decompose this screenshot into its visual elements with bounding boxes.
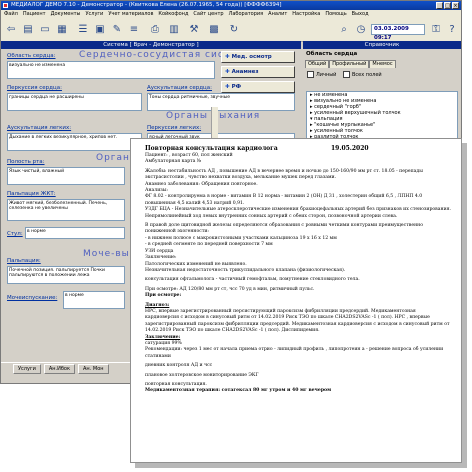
toolbar: ⇦ ▤ ▭ ▦ ☰ ▣ ✎ ≡ ⎙ ▥ ⚒ ▩ ↻ ⌕ ◷ 03.03.2009… [1, 19, 461, 42]
title-bar: МЕДИАЛОГ ДЕМО 7.10 - Демонстратор - (Кви… [1, 1, 461, 10]
tools-icon[interactable]: ⚒ [187, 22, 201, 36]
menu-beds[interactable]: Койкофонд [158, 10, 188, 19]
region-label: Область сердца [306, 51, 358, 57]
med-consult-label: Мед. осмотр [231, 54, 272, 60]
back-icon[interactable]: ⇦ [4, 22, 18, 36]
datetime-field[interactable]: 03.03.2009 09:17 [371, 24, 425, 41]
stethoscope-icon: ✚ [225, 54, 230, 60]
document-line: Жалобы: нестабильность АД , повышение АД… [145, 168, 423, 181]
mouth-label: Полость рта: [7, 159, 45, 165]
heart-area-field[interactable]: визуально не изменена [7, 61, 215, 79]
stool-label: Стул: [7, 231, 23, 237]
chart-icon[interactable]: ▩ [207, 22, 221, 36]
checkbox-icon [307, 71, 314, 78]
document-line: УЗДГ БЦА - Незначительные атеросклеротич… [145, 207, 451, 213]
lock-icon[interactable]: ⚿ [429, 22, 443, 36]
palpation-field[interactable]: Живот мягкий, безболезненный. Печень, се… [7, 199, 125, 221]
print-icon[interactable]: ⎙ [148, 22, 162, 36]
urination-field[interactable]: в норме [63, 291, 125, 309]
menu-exit[interactable]: Выход [352, 10, 369, 19]
system-header: Система [ Врач - Демонстратор ] [1, 41, 301, 49]
menu-settings[interactable]: Настройка [292, 10, 320, 19]
document-line: Рекомендации: через 1 мес от начала прие… [145, 347, 444, 359]
anamnesis-icon: ✚ [225, 69, 230, 75]
maximize-icon[interactable]: □ [444, 2, 451, 9]
heart-area-label: Область сердца: [7, 53, 56, 59]
document-heading: Повторная консультация кардиолога [145, 145, 278, 152]
check-personal[interactable]: Личный [307, 71, 336, 78]
menu-documents[interactable]: Документы [51, 10, 81, 19]
calendar-icon[interactable]: ▣ [93, 22, 107, 36]
search-icon[interactable]: ⌕ [337, 22, 351, 36]
palpation-label: Пальпация ЖКТ: [7, 191, 56, 197]
menu-bar: Файл Пациент Документы Услуги Учет матер… [1, 10, 461, 19]
close-icon[interactable]: × [452, 2, 459, 9]
urination-label: Мочеиспускание: [7, 295, 58, 301]
heart-auscultation-field[interactable]: Тоны сердца ритмичные, звучные [147, 93, 295, 111]
rf-icon: ✚ [225, 84, 230, 90]
rf-button[interactable]: ✚ РФ [221, 81, 295, 93]
menu-analytics[interactable]: Аналит [268, 10, 287, 19]
window-controls: _ □ × [436, 2, 459, 9]
minimize-icon[interactable]: _ [436, 2, 443, 9]
check-personal-label: Личный [316, 71, 337, 78]
status-an-mon[interactable]: Ан. Мон [78, 364, 109, 374]
document-line: В правой доле щитовидной железы определя… [145, 223, 423, 235]
list-icon[interactable]: ≡ [127, 22, 141, 36]
menu-file[interactable]: Файл [4, 10, 18, 19]
window-title: МЕДИАЛОГ ДЕМО 7.10 - Демонстратор - (Кви… [11, 2, 282, 8]
anamnesis-label: Анамнез [231, 69, 259, 75]
document-line: НРС, впервые зарегистрированный персисти… [145, 308, 450, 334]
help-icon[interactable]: ? [445, 22, 459, 36]
document-line: ФГ 8.02 - контролируема в норме - витами… [145, 194, 423, 206]
reference-tabs: Общий Профильный Мнемос [305, 60, 396, 68]
menu-help[interactable]: Помощь [325, 10, 346, 19]
menu-materials[interactable]: Учет материалов [108, 10, 153, 19]
document-line: Медикаментозная терапия: сотагексал 80 м… [145, 388, 332, 394]
lung-auscultation-field[interactable]: Дыхание в легких везикулярное, хрипов не… [7, 133, 142, 151]
folder-icon[interactable]: ▦ [55, 22, 69, 36]
refresh-icon[interactable]: ↻ [227, 22, 241, 36]
heart-percussion-field[interactable]: границы сердца не расширены [7, 93, 142, 111]
med-consult-button[interactable]: ✚ Мед. осмотр [221, 51, 295, 63]
tab-profile[interactable]: Профильный [329, 60, 370, 68]
app-icon [3, 3, 8, 8]
document-icon[interactable]: ▭ [38, 22, 52, 36]
document-body: Пациент: , возраст 60, пол женский Амбула… [145, 153, 451, 395]
mouth-field[interactable]: Язык чистый, влажный [7, 167, 125, 185]
menu-patient[interactable]: Пациент [23, 10, 46, 19]
tab-general[interactable]: Общий [305, 60, 330, 68]
tab-mnemo[interactable]: Мнемос [369, 60, 396, 68]
time-icon[interactable]: ◷ [354, 22, 368, 36]
menu-lab[interactable]: Лаборатория [229, 10, 264, 19]
kidney-label: Пальпация: [7, 258, 41, 264]
patient-card-icon[interactable]: ▤ [21, 22, 35, 36]
checkbox-icon [343, 71, 350, 78]
document-date: 19.05.2020 [331, 145, 369, 152]
status-services[interactable]: Услуги [13, 364, 41, 374]
check-all-fields[interactable]: Всех полей [343, 71, 382, 78]
consultation-document: Повторная консультация кардиолога 19.05.… [130, 138, 462, 463]
menu-services[interactable]: Услуги [85, 10, 103, 19]
reference-header: Справочник [303, 41, 461, 49]
menu-site[interactable]: Сайт центр [193, 10, 223, 19]
kidney-field[interactable]: Почечной позиция. пальпируется Почки пал… [7, 266, 125, 284]
check-all-fields-label: Всех полей [352, 71, 382, 78]
anamnesis-button[interactable]: ✚ Анамнез [221, 66, 295, 78]
status-an-ibok[interactable]: Ан.Ибок [43, 364, 76, 374]
heart-percussion-label: Перкуссия сердца: [7, 85, 62, 91]
lung-auscultation-label: Аускультация легких: [7, 125, 72, 131]
stool-field[interactable]: в норме [25, 227, 125, 239]
rf-label: РФ [231, 84, 242, 90]
lung-percussion-label: Перкуссия легких: [147, 125, 202, 131]
services-icon[interactable]: ☰ [76, 22, 90, 36]
heart-auscultation-label: Аускультация сердца: [147, 85, 212, 91]
report-icon[interactable]: ▥ [167, 22, 181, 36]
edit-icon[interactable]: ✎ [110, 22, 124, 36]
